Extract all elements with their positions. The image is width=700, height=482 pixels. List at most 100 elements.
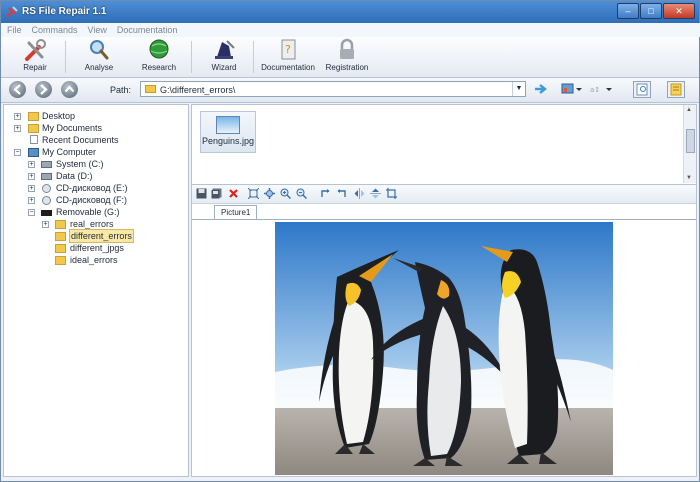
file-item[interactable]: Penguins.jpg bbox=[200, 111, 256, 153]
lock-icon bbox=[340, 38, 354, 59]
save-all-icon[interactable] bbox=[211, 188, 222, 199]
help-document-icon: ? bbox=[281, 39, 296, 60]
forward-button[interactable] bbox=[35, 81, 52, 98]
expand-icon[interactable]: + bbox=[42, 221, 49, 228]
computer-icon bbox=[28, 148, 39, 157]
usb-drive-icon bbox=[41, 210, 52, 216]
magnifier-icon bbox=[90, 40, 109, 60]
penguins-picture bbox=[275, 222, 613, 475]
hard-drive-icon bbox=[41, 161, 52, 168]
folder-tree[interactable]: + Desktop + My Documents Recent Document… bbox=[3, 104, 189, 477]
scroll-up-icon[interactable]: ▲ bbox=[686, 107, 692, 113]
content-pane: Penguins.jpg ▲ ▼ Picture1 bbox=[191, 104, 697, 477]
menu-view[interactable]: View bbox=[88, 23, 107, 37]
menu-commands[interactable]: Commands bbox=[32, 23, 78, 37]
tree-label: My Computer bbox=[42, 147, 97, 157]
documentation-button[interactable]: ? Documentation bbox=[259, 38, 317, 76]
file-list[interactable]: Penguins.jpg ▲ ▼ bbox=[192, 105, 696, 183]
tree-label: System (C:) bbox=[56, 159, 104, 169]
view-mode-icon[interactable] bbox=[561, 83, 583, 95]
flip-vertical-icon[interactable] bbox=[370, 188, 381, 199]
registration-label: Registration bbox=[325, 63, 369, 72]
flip-horizontal-icon[interactable] bbox=[354, 188, 365, 199]
save-icon[interactable] bbox=[196, 188, 207, 199]
minimize-button[interactable]: – bbox=[617, 3, 639, 19]
repair-button[interactable]: Repair bbox=[15, 38, 55, 76]
address-bar: Path: G:\different_errors\ ▼ a↕ bbox=[1, 78, 699, 103]
expand-icon[interactable]: + bbox=[28, 161, 35, 168]
rotate-left-icon[interactable] bbox=[320, 188, 331, 199]
main-toolbar: Repair Analyse Research Wizard ? Documen… bbox=[1, 37, 699, 78]
up-button[interactable] bbox=[61, 81, 78, 98]
folder-icon bbox=[145, 85, 156, 93]
zoom-out-icon[interactable] bbox=[296, 188, 307, 199]
zoom-in-icon[interactable] bbox=[280, 188, 291, 199]
analyse-label: Analyse bbox=[84, 63, 114, 72]
maximize-button[interactable]: □ bbox=[640, 3, 662, 19]
expand-icon[interactable]: + bbox=[28, 197, 35, 204]
wizard-hat-icon bbox=[215, 40, 235, 59]
back-button[interactable] bbox=[9, 81, 26, 98]
menu-file[interactable]: File bbox=[7, 23, 22, 37]
research-button[interactable]: Research bbox=[137, 38, 181, 76]
research-label: Research bbox=[141, 63, 177, 72]
image-toolbar bbox=[192, 184, 696, 204]
delete-icon[interactable] bbox=[228, 188, 239, 199]
folder-icon bbox=[55, 256, 66, 265]
svg-text:?: ? bbox=[285, 43, 291, 56]
note-icon[interactable] bbox=[667, 81, 685, 98]
path-combobox[interactable]: G:\different_errors\ ▼ bbox=[140, 81, 526, 97]
viewer-tabs: Picture1 bbox=[192, 204, 696, 220]
folder-open-icon bbox=[55, 232, 66, 241]
folder-icon bbox=[28, 112, 39, 121]
registration-button[interactable]: Registration bbox=[323, 38, 371, 76]
scroll-down-icon[interactable]: ▼ bbox=[686, 175, 692, 181]
hard-drive-icon bbox=[41, 173, 52, 180]
analyse-button[interactable]: Analyse bbox=[79, 38, 119, 76]
path-value: G:\different_errors\ bbox=[160, 85, 236, 95]
path-label: Path: bbox=[110, 85, 132, 95]
tree-label: real_errors bbox=[70, 219, 114, 229]
arrow-left-icon bbox=[13, 84, 21, 95]
folder-icon bbox=[28, 124, 39, 133]
menu-bar: File Commands View Documentation bbox=[1, 23, 700, 37]
folder-icon bbox=[55, 220, 66, 229]
menu-documentation[interactable]: Documentation bbox=[117, 23, 178, 37]
rotate-right-icon[interactable] bbox=[336, 188, 347, 199]
tree-label: Data (D:) bbox=[56, 171, 93, 181]
sort-icon[interactable]: a↕ bbox=[589, 83, 613, 95]
wizard-label: Wizard bbox=[211, 63, 237, 72]
fit-window-icon[interactable] bbox=[248, 188, 259, 199]
chevron-down-icon[interactable]: ▼ bbox=[512, 82, 525, 96]
expand-icon[interactable]: + bbox=[28, 173, 35, 180]
collapse-icon[interactable]: − bbox=[28, 209, 35, 216]
title-bar[interactable]: RS File Repair 1.1 – □ ✕ bbox=[1, 1, 699, 23]
app-window: RS File Repair 1.1 – □ ✕ File Commands V… bbox=[0, 0, 700, 482]
tree-label: Recent Documents bbox=[42, 135, 119, 145]
expand-icon[interactable]: + bbox=[14, 113, 21, 120]
tab-picture1[interactable]: Picture1 bbox=[214, 205, 258, 219]
wizard-button[interactable]: Wizard bbox=[205, 38, 243, 76]
actual-size-icon[interactable] bbox=[264, 188, 275, 199]
tree-label: different_jpgs bbox=[70, 243, 124, 253]
preview-icon[interactable] bbox=[633, 81, 651, 98]
cd-drive-icon bbox=[42, 196, 51, 205]
svg-text:a↕: a↕ bbox=[590, 86, 600, 94]
go-arrow-icon[interactable] bbox=[534, 83, 548, 95]
close-button[interactable]: ✕ bbox=[663, 3, 695, 19]
toolbar-separator bbox=[253, 41, 254, 73]
image-file-icon bbox=[216, 116, 240, 134]
file-list-scrollbar[interactable]: ▲ ▼ bbox=[683, 105, 696, 183]
tree-label-selected: different_errors bbox=[69, 229, 134, 243]
expand-icon[interactable]: + bbox=[14, 125, 21, 132]
folder-icon bbox=[55, 244, 66, 253]
expand-icon[interactable]: + bbox=[28, 185, 35, 192]
window-title: RS File Repair 1.1 bbox=[22, 6, 107, 17]
file-name: Penguins.jpg bbox=[201, 136, 255, 146]
scrollbar-thumb[interactable] bbox=[686, 129, 695, 153]
window-controls: – □ ✕ bbox=[617, 3, 695, 19]
cd-drive-icon bbox=[42, 184, 51, 193]
arrow-right-icon bbox=[40, 84, 48, 95]
collapse-icon[interactable]: − bbox=[14, 149, 21, 156]
crop-icon[interactable] bbox=[386, 188, 397, 199]
